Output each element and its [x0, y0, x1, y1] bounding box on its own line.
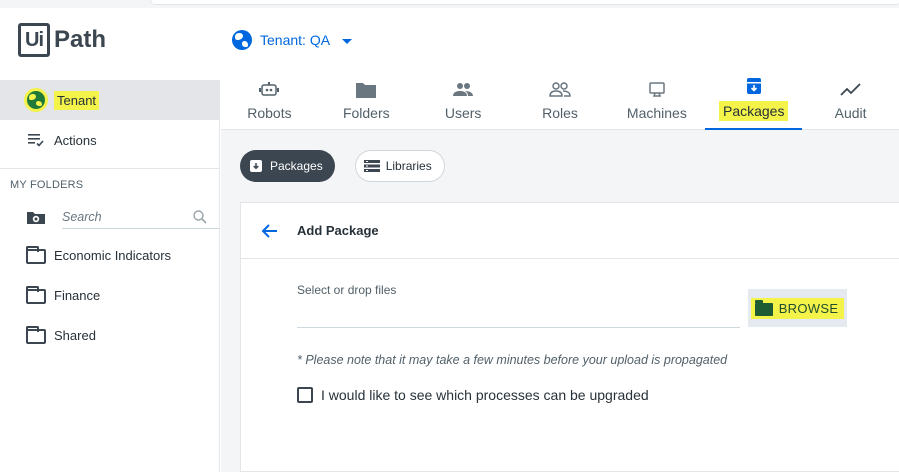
- tab-roles[interactable]: Roles: [512, 73, 609, 129]
- folder-icon: [26, 245, 46, 265]
- tab-label: Users: [444, 105, 482, 121]
- package-icon: [743, 77, 765, 95]
- tab-label: Packages: [718, 101, 789, 121]
- tab-folders[interactable]: Folders: [318, 73, 415, 129]
- card-header: Add Package: [241, 203, 899, 259]
- sidebar-item-tenant[interactable]: Tenant: [0, 80, 219, 120]
- tab-label: Robots: [247, 105, 292, 121]
- folder-search-row: [0, 199, 219, 235]
- globe-icon: [232, 30, 252, 50]
- logo-mark: Ui: [18, 23, 50, 57]
- add-package-card: Add Package Select or drop files BROWSE …: [240, 202, 899, 472]
- back-arrow-icon[interactable]: [241, 203, 297, 259]
- robot-icon: [258, 81, 280, 99]
- browse-button-label: BROWSE: [778, 300, 839, 316]
- sidebar-folder-economic-indicators[interactable]: Economic Indicators: [0, 235, 219, 275]
- tenant-selector-label: Tenant: QA: [260, 32, 331, 48]
- sidebar-folder-shared[interactable]: Shared: [0, 315, 219, 355]
- chip-label: Libraries: [385, 159, 432, 173]
- uipath-logo[interactable]: Ui Path: [18, 22, 106, 58]
- browser-strip: [0, 0, 899, 8]
- package-icon: [248, 158, 264, 174]
- folder-label: Economic Indicators: [54, 247, 172, 263]
- sidebar-item-label: Actions: [54, 132, 97, 148]
- checkbox-label[interactable]: I would like to see which processes can …: [321, 387, 649, 403]
- sidebar-item-actions[interactable]: Actions: [0, 120, 219, 160]
- tab-users[interactable]: Users: [415, 73, 512, 129]
- folder-search-field: [62, 205, 219, 229]
- sidebar-folder-finance[interactable]: Finance: [0, 275, 219, 315]
- tab-machines[interactable]: Machines: [608, 73, 705, 129]
- tab-label: Folders: [342, 105, 390, 121]
- tab-robots[interactable]: Robots: [221, 73, 318, 129]
- search-icon[interactable]: [192, 209, 208, 225]
- file-drop-label: Select or drop files: [297, 283, 397, 297]
- folder-icon: [754, 299, 773, 316]
- roles-icon: [549, 81, 571, 99]
- actions-list-icon: [26, 130, 46, 150]
- tab-packages[interactable]: Packages: [705, 73, 803, 130]
- monitor-icon: [646, 81, 668, 99]
- tab-label: Machines: [626, 105, 687, 121]
- upgrade-processes-option: I would like to see which processes can …: [297, 387, 649, 403]
- folder-icon: [26, 285, 46, 305]
- browse-button-content: BROWSE: [750, 297, 845, 319]
- folder-label: Shared: [54, 327, 96, 343]
- folder-icon: [355, 81, 377, 99]
- caret-down-icon: [342, 38, 353, 44]
- folder-icon: [26, 325, 46, 345]
- tenant-tabs: Robots Folders Users Roles Machines Pack…: [221, 73, 899, 130]
- trend-icon: [839, 81, 862, 99]
- content-area: Packages Libraries Add Package Select or…: [221, 130, 899, 472]
- upgrade-processes-checkbox[interactable]: [297, 387, 313, 403]
- subtab-chips: Packages Libraries: [240, 150, 465, 182]
- tenant-selector[interactable]: Tenant: QA: [232, 30, 353, 50]
- users-icon: [452, 81, 474, 99]
- top-bar: Ui Path Tenant: QA: [0, 0, 899, 80]
- tab-label: Audit: [834, 105, 867, 121]
- logo-text: Path: [54, 26, 107, 53]
- chip-packages[interactable]: Packages: [240, 150, 335, 182]
- tab-audit[interactable]: Audit: [802, 73, 899, 129]
- browse-button[interactable]: BROWSE: [748, 289, 847, 327]
- sidebar-item-label: Tenant: [54, 90, 100, 110]
- search-input[interactable]: [62, 209, 192, 224]
- my-folders-heading: MY FOLDERS: [10, 179, 84, 191]
- card-title: Add Package: [297, 223, 379, 238]
- folder-label: Finance: [54, 287, 101, 303]
- upload-note: * Please note that it may take a few min…: [297, 353, 728, 367]
- folder-target-icon: [26, 207, 46, 227]
- chip-libraries[interactable]: Libraries: [354, 150, 445, 182]
- sidebar: Tenant Actions MY FOLDERS Economic Indic…: [0, 80, 220, 472]
- tab-label: Roles: [542, 105, 578, 121]
- globe-icon: [26, 90, 46, 110]
- library-icon: [363, 158, 380, 174]
- chip-label: Packages: [270, 159, 323, 173]
- file-drop-field[interactable]: [297, 327, 740, 328]
